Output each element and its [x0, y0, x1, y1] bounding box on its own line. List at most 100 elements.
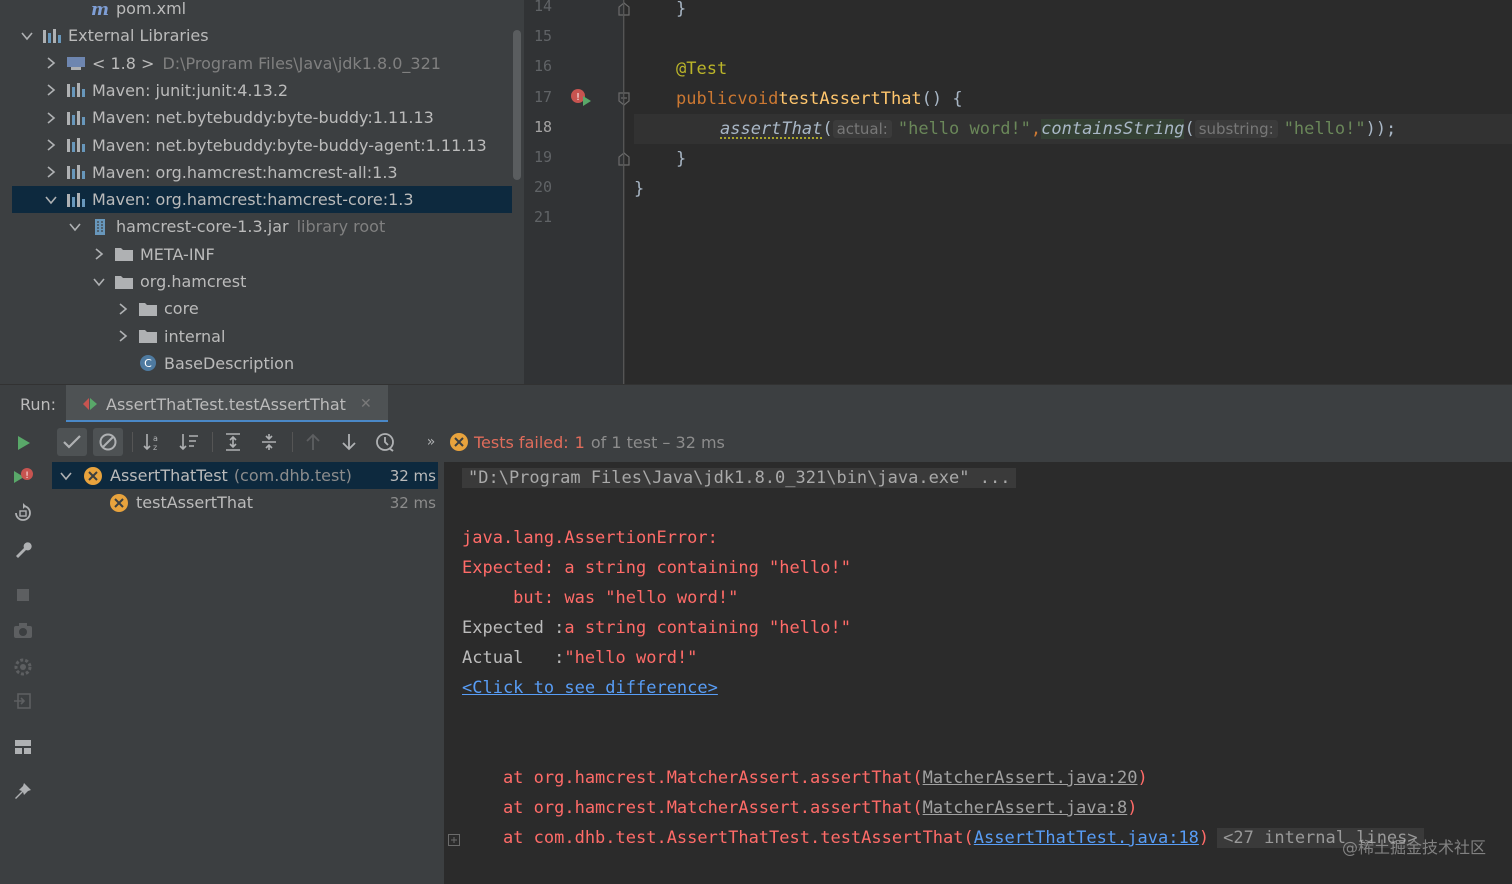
import-icon[interactable]: [10, 688, 36, 714]
chevron-right-icon[interactable]: [116, 329, 130, 343]
project-tree-item-label: core: [164, 299, 199, 319]
chevron-right-icon[interactable]: [44, 56, 58, 70]
status-summary: of 1 test – 32 ms: [590, 432, 725, 452]
project-tree-item[interactable]: Maven: net.bytebuddy:byte-buddy:1.11.13: [12, 104, 512, 131]
chevron-down-icon[interactable]: [68, 220, 82, 234]
project-tree-item[interactable]: META-INF: [12, 241, 512, 268]
svg-text:!: !: [25, 471, 29, 481]
rerun-icon[interactable]: [10, 430, 36, 456]
project-tree-item-label: Maven: net.bytebuddy:byte-buddy-agent:1.…: [92, 135, 487, 155]
project-tree-item[interactable]: internal: [12, 323, 512, 350]
jar-icon: [90, 218, 110, 236]
project-tree-item[interactable]: < 1.8 > D:\Program Files\Java\jdk1.8.0_32…: [12, 50, 512, 77]
console-output[interactable]: "D:\Program Files\Java\jdk1.8.0_321\bin\…: [444, 462, 1512, 884]
toolbar-separator: [292, 432, 293, 452]
code-line-19[interactable]: }: [634, 144, 1512, 174]
project-scrollbar[interactable]: [513, 30, 521, 180]
code-line-16[interactable]: @Test: [634, 54, 1512, 84]
project-tree-item[interactable]: core: [12, 295, 512, 322]
console-expected-line: Expected: a string containing "hello!": [462, 558, 851, 578]
layout-icon[interactable]: [10, 734, 36, 760]
chevron-down-icon[interactable]: [60, 471, 74, 481]
code-editor[interactable]: 14 15 16 17 18 19 20 21 ! } @Test public void t…: [524, 0, 1512, 384]
project-tree-item[interactable]: C BaseDescription: [12, 350, 512, 377]
project-tree-item[interactable]: Maven: net.bytebuddy:byte-buddy-agent:1.…: [12, 132, 512, 159]
project-tree-item[interactable]: hamcrest-core-1.3.jar library root: [12, 213, 512, 240]
assert-that-call: assertThat: [720, 119, 823, 139]
sort-by-duration-button[interactable]: [174, 428, 204, 456]
fold-marker-icon[interactable]: [618, 152, 630, 166]
project-tree-item[interactable]: Maven: junit:junit:4.13.2: [12, 77, 512, 104]
stack-trace-link[interactable]: MatcherAssert.java:20: [923, 768, 1138, 788]
wrench-icon[interactable]: [10, 536, 36, 562]
expand-internal-lines-icon[interactable]: [448, 834, 460, 846]
show-passed-button[interactable]: [57, 428, 87, 456]
chevron-right-icon[interactable]: [44, 165, 58, 179]
project-tree-item[interactable]: org.hamcrest: [12, 268, 512, 295]
project-tree-item[interactable]: Maven: org.hamcrest:hamcrest-core:1.3: [12, 186, 512, 214]
stop-icon[interactable]: [10, 582, 36, 608]
toggle-auto-test-icon[interactable]: [10, 500, 36, 526]
run-tab[interactable]: AssertThatTest.testAssertThat ✕: [66, 385, 388, 423]
project-tool-window: m pom.xml External Libraries < 1.8 > D:\Prog…: [0, 0, 524, 384]
line-number: 21: [533, 208, 552, 227]
line-number: 20: [533, 178, 552, 197]
code-line-14[interactable]: }: [634, 0, 1512, 24]
test-name: AssertThatTest: [110, 466, 228, 485]
chevron-down-icon[interactable]: [20, 29, 34, 43]
expand-all-button[interactable]: [218, 428, 248, 456]
test-history-button[interactable]: [370, 428, 400, 456]
project-tree-item[interactable]: Maven: org.hamcrest:hamcrest-all:1.3: [12, 159, 512, 186]
pin-icon[interactable]: [10, 778, 36, 804]
line-number: 14: [533, 0, 552, 15]
run-label: Run:: [20, 394, 57, 414]
project-tree-item[interactable]: m pom.xml: [12, 0, 512, 22]
editor-gutter: 14 15 16 17 18 19 20 21 !: [524, 0, 630, 384]
previous-failed-test-button[interactable]: [298, 428, 328, 456]
code-line-17[interactable]: public void testAssertThat() {: [634, 84, 1512, 114]
chevron-down-icon[interactable]: [92, 275, 106, 289]
param-hint-substring: substring:: [1194, 120, 1278, 138]
line-number: 16: [533, 57, 552, 76]
test-package: (com.dhb.test): [233, 466, 352, 485]
sort-alphabetically-button[interactable]: az: [138, 428, 168, 456]
line-number: 17: [533, 87, 552, 106]
chevron-right-icon[interactable]: [44, 111, 58, 125]
folder-icon: [114, 245, 134, 263]
project-tree-item-label: BaseDescription: [164, 353, 295, 373]
stack-trace-link[interactable]: MatcherAssert.java:8: [923, 798, 1128, 818]
line-number: 19: [533, 148, 552, 166]
maven-file-icon: m: [90, 0, 110, 18]
run-test-failed-icon[interactable]: !: [570, 88, 592, 108]
project-tree-item-label: Maven: org.hamcrest:hamcrest-core:1.3: [92, 190, 414, 210]
rerun-failed-tests-icon[interactable]: !: [10, 464, 36, 490]
project-tree-item-label: org.hamcrest: [140, 272, 247, 291]
more-actions-button[interactable]: »: [416, 428, 446, 456]
failed-icon: [450, 433, 468, 451]
camera-icon[interactable]: [10, 618, 36, 644]
next-failed-test-button[interactable]: [334, 428, 364, 456]
library-icon: [66, 81, 86, 99]
close-icon[interactable]: ✕: [360, 396, 372, 412]
gear-icon[interactable]: [10, 654, 36, 680]
show-ignored-button[interactable]: [93, 428, 123, 456]
fold-marker-icon[interactable]: [618, 92, 630, 106]
chevron-right-icon[interactable]: [92, 247, 106, 261]
chevron-right-icon[interactable]: [44, 138, 58, 152]
chevron-down-icon[interactable]: [44, 193, 58, 207]
see-difference-link[interactable]: <Click to see difference>: [462, 673, 718, 703]
test-duration: 32 ms: [389, 493, 436, 512]
project-tree-item[interactable]: External Libraries: [12, 22, 512, 49]
collapse-all-button[interactable]: [254, 428, 284, 456]
project-tree-item-label: hamcrest-core-1.3.jar: [116, 217, 289, 237]
project-tree-item-label: External Libraries: [68, 26, 209, 46]
console-command-line[interactable]: "D:\Program Files\Java\jdk1.8.0_321\bin\…: [462, 463, 1017, 493]
code-line-20[interactable]: }: [634, 174, 1512, 204]
chevron-right-icon[interactable]: [44, 83, 58, 97]
fold-marker-icon[interactable]: [618, 2, 630, 16]
stack-trace-link[interactable]: AssertThatTest.java:18: [974, 828, 1199, 848]
chevron-right-icon[interactable]: [116, 302, 130, 316]
code-line-18[interactable]: assertThat( actual: "hello word!", contai…: [634, 114, 1512, 144]
test-tree-item[interactable]: testAssertThat 32 ms: [52, 489, 438, 516]
test-tree-item[interactable]: AssertThatTest (com.dhb.test) 32 ms: [52, 462, 438, 489]
